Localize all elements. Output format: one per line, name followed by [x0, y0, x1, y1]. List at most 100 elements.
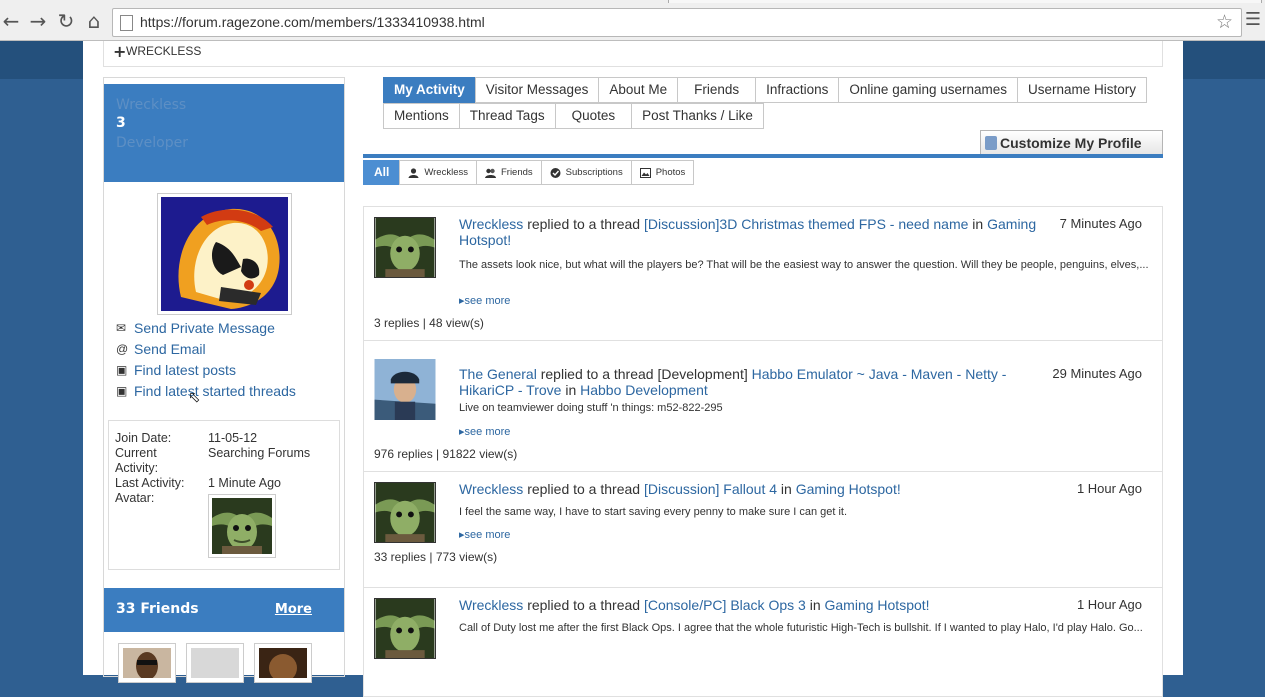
- filter-photos-label[interactable]: Photos: [656, 161, 686, 184]
- send-private-message-link[interactable]: ✉ Send Private Message: [116, 318, 296, 339]
- url-text[interactable]: https://forum.ragezone.com/members/13334…: [140, 14, 485, 30]
- activity-headline: Wreckless replied to a thread [Discussio…: [459, 216, 1059, 248]
- customize-profile-label[interactable]: Customize My Profile: [1000, 135, 1142, 151]
- friend-avatar[interactable]: [254, 643, 312, 683]
- tab-about-me[interactable]: About Me: [598, 77, 679, 103]
- tab-visitor-messages[interactable]: Visitor Messages: [474, 77, 600, 103]
- send-email-link[interactable]: @ Send Email: [116, 339, 296, 360]
- activity-in: in: [968, 216, 988, 232]
- friends-header: 33 Friends More: [104, 588, 344, 632]
- activity-excerpt: Live on teamviewer doing stuff 'n things…: [459, 402, 723, 414]
- activity-stats: 3 replies | 48 view(s): [374, 316, 484, 330]
- activity-stats: 33 replies | 773 view(s): [374, 550, 498, 564]
- send-email-label[interactable]: Send Email: [134, 341, 206, 357]
- see-more-label[interactable]: see more: [465, 529, 511, 541]
- user-avatar[interactable]: [374, 598, 436, 659]
- filter-friends[interactable]: Friends: [475, 160, 542, 185]
- see-more-link[interactable]: ▸see more: [459, 294, 510, 307]
- filter-wreckless-label[interactable]: Wreckless: [424, 161, 468, 184]
- tab-post-thanks-like[interactable]: Post Thanks / Like: [631, 103, 764, 129]
- arrow-right-icon[interactable]: →: [27, 9, 49, 33]
- yoda-image: [375, 483, 435, 542]
- profile-picture: [157, 193, 292, 315]
- tab-my-activity[interactable]: My Activity: [383, 77, 476, 103]
- filter-subscriptions[interactable]: Subscriptions: [540, 160, 632, 185]
- activity-excerpt: Call of Duty lost me after the first Bla…: [459, 622, 1143, 634]
- activity-stats: 976 replies | 91822 view(s): [374, 447, 518, 461]
- join-date-value: 11-05-12: [208, 431, 258, 445]
- activity-excerpt: The assets look nice, but what will the …: [459, 259, 1149, 271]
- reload-icon[interactable]: ↻: [55, 9, 77, 33]
- plus-icon[interactable]: +: [113, 42, 126, 61]
- activity-user-link[interactable]: Wreckless: [459, 481, 523, 497]
- activity-forum-link[interactable]: Gaming Hotspot!: [796, 481, 901, 497]
- see-more-link[interactable]: ▸see more: [459, 425, 510, 438]
- activity-thread-link[interactable]: [Console/PC] Black Ops 3: [644, 597, 806, 613]
- see-more-label[interactable]: see more: [465, 295, 511, 307]
- arrow-left-icon[interactable]: ←: [0, 9, 22, 33]
- tab-infractions[interactable]: Infractions: [755, 77, 840, 103]
- last-activity-value: 1 Minute Ago: [208, 476, 281, 490]
- tab-mentions[interactable]: Mentions: [383, 103, 460, 129]
- at-icon: @: [116, 342, 129, 356]
- tab-quotes[interactable]: Quotes: [554, 103, 633, 129]
- tab-friends[interactable]: Friends: [677, 77, 757, 103]
- friends-more-link[interactable]: More: [275, 602, 312, 617]
- hamburger-icon[interactable]: ☰: [1245, 9, 1261, 30]
- avatar-small: [208, 494, 276, 558]
- filter-subscriptions-label[interactable]: Subscriptions: [566, 161, 623, 184]
- activity-user-link[interactable]: Wreckless: [459, 597, 523, 613]
- filter-all-label[interactable]: All: [374, 161, 389, 184]
- activity-time: 7 Minutes Ago: [1059, 216, 1142, 231]
- activity-in: in: [777, 481, 796, 497]
- posts-icon: ▣: [116, 363, 128, 377]
- profile-actions: ✉ Send Private Message @ Send Email ▣ Fi…: [116, 318, 296, 402]
- address-bar[interactable]: https://forum.ragezone.com/members/13334…: [112, 8, 1242, 37]
- breadcrumb-label[interactable]: WRECKLESS: [126, 44, 201, 58]
- check-circle-icon: [550, 167, 561, 178]
- stormtrooper-image: [161, 197, 288, 311]
- activity-forum-link[interactable]: Gaming Hotspot!: [825, 597, 930, 613]
- tab-username-history[interactable]: Username History: [1017, 77, 1148, 103]
- profile-tabs-row-2: Mentions Thread Tags Quotes Post Thanks …: [383, 103, 764, 129]
- find-latest-threads-link[interactable]: ▣ Find latest started threads: [116, 381, 296, 402]
- find-latest-posts-label[interactable]: Find latest posts: [134, 362, 236, 378]
- filter-wreckless[interactable]: Wreckless: [399, 160, 477, 185]
- see-more-link[interactable]: ▸see more: [459, 528, 510, 541]
- friend-avatar[interactable]: [186, 643, 244, 683]
- filter-all[interactable]: All: [363, 160, 401, 185]
- user-avatar[interactable]: [374, 482, 436, 543]
- user-avatar[interactable]: [374, 359, 436, 420]
- customize-profile-button[interactable]: Customize My Profile: [980, 130, 1163, 156]
- activity-forum-link[interactable]: Habbo Development: [580, 382, 708, 398]
- see-more-label[interactable]: see more: [465, 426, 511, 438]
- star-icon[interactable]: ☆: [1216, 11, 1233, 33]
- tab-online-gaming-usernames[interactable]: Online gaming usernames: [838, 77, 1019, 103]
- activity-filters: All Wreckless Friends Subscriptions Phot…: [363, 160, 695, 185]
- activity-in: in: [561, 382, 581, 398]
- friend-avatar[interactable]: [118, 643, 176, 683]
- current-activity-label: Current Activity:: [115, 446, 159, 475]
- activity-time: 1 Hour Ago: [1076, 481, 1142, 496]
- threads-icon: ▣: [116, 384, 128, 398]
- filter-photos[interactable]: Photos: [630, 160, 695, 185]
- activity-user-link[interactable]: Wreckless: [459, 216, 523, 232]
- profile-page: + WRECKLESS Wreckless 3 Developer ✉ Send…: [83, 41, 1183, 697]
- user-avatar[interactable]: [374, 217, 436, 278]
- send-private-message-label[interactable]: Send Private Message: [134, 320, 275, 336]
- friends-icon: [484, 168, 496, 178]
- tab-thread-tags[interactable]: Thread Tags: [458, 103, 556, 129]
- filter-friends-label[interactable]: Friends: [501, 161, 533, 184]
- find-latest-posts-link[interactable]: ▣ Find latest posts: [116, 360, 296, 381]
- home-icon[interactable]: ⌂: [83, 9, 105, 33]
- activity-user-link[interactable]: The General: [459, 366, 537, 382]
- envelope-icon: ✉: [116, 321, 127, 335]
- activity-feed: Wreckless replied to a thread [Discussio…: [363, 206, 1163, 697]
- activity-verb: replied to a thread [Development]: [536, 366, 752, 382]
- activity-thread-link[interactable]: [Discussion]3D Christmas themed FPS - ne…: [644, 216, 968, 232]
- yoda-image: [375, 218, 435, 277]
- activity-thread-link[interactable]: [Discussion] Fallout 4: [644, 481, 777, 497]
- friends-count: 33 Friends: [116, 601, 199, 617]
- activity-in: in: [805, 597, 825, 613]
- find-latest-threads-label[interactable]: Find latest started threads: [134, 383, 296, 399]
